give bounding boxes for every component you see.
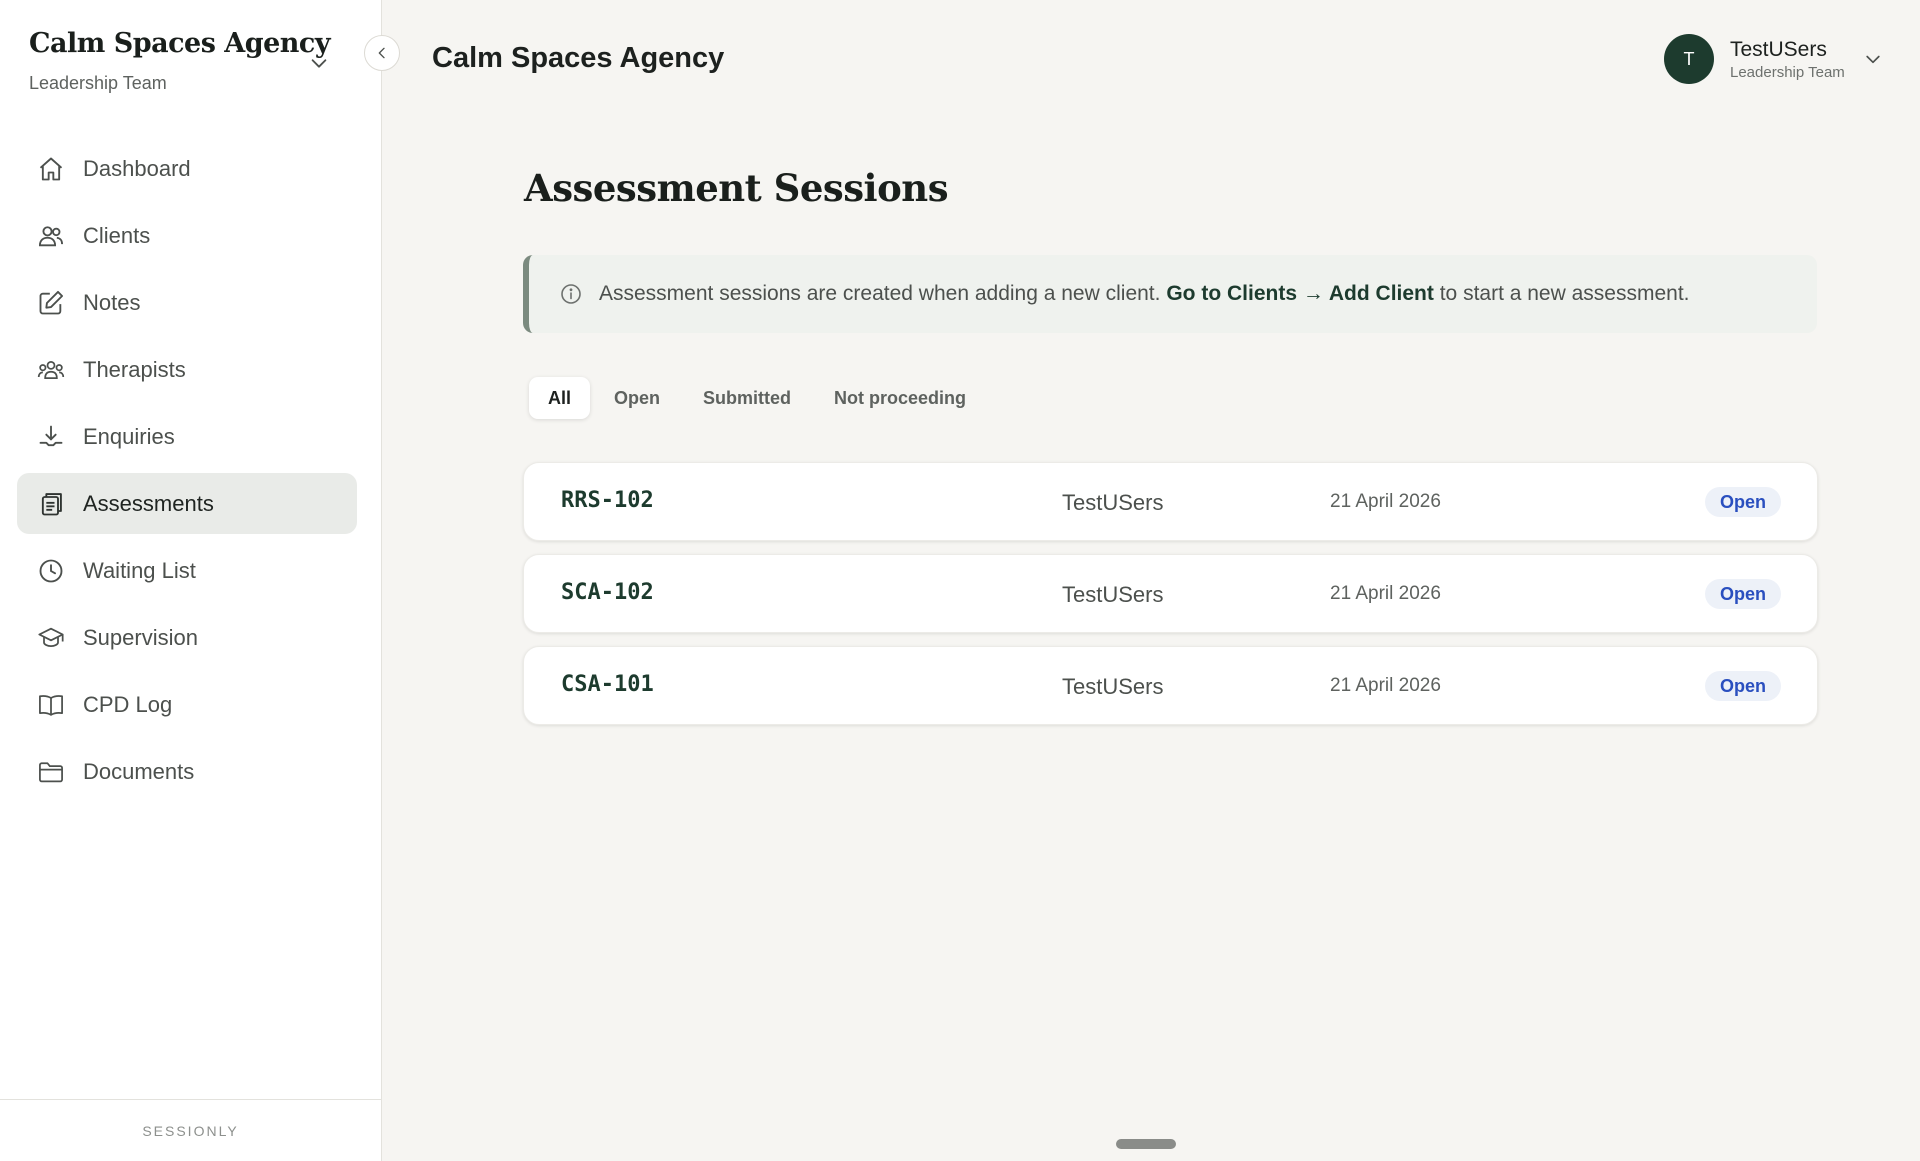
sidebar-item-assessments[interactable]: Assessments xyxy=(17,473,357,534)
download-tray-icon xyxy=(36,422,66,452)
list-item[interactable]: RRS-102 TestUSers 21 April 2026 Open xyxy=(523,462,1818,541)
chevron-down-icon[interactable] xyxy=(308,52,330,74)
session-date: 21 April 2026 xyxy=(1330,491,1441,512)
sidebar-item-documents[interactable]: Documents xyxy=(17,741,357,802)
chevron-down-icon[interactable] xyxy=(1863,49,1883,69)
list-item[interactable]: SCA-102 TestUSers 21 April 2026 Open xyxy=(523,554,1818,633)
org-subtitle: Leadership Team xyxy=(29,73,167,93)
book-icon xyxy=(36,690,66,720)
session-list: RRS-102 TestUSers 21 April 2026 Open SCA… xyxy=(523,462,1818,738)
session-date: 21 April 2026 xyxy=(1330,583,1441,604)
users-icon xyxy=(36,221,66,251)
user-role: Leadership Team xyxy=(1730,63,1845,81)
graduation-cap-icon xyxy=(36,623,66,653)
info-text-after: to start a new assessment. xyxy=(1439,282,1690,305)
tab-open[interactable]: Open xyxy=(595,377,679,419)
home-icon xyxy=(36,154,66,184)
sidebar-item-cpd-log[interactable]: CPD Log xyxy=(17,674,357,735)
info-banner: Assessment sessions are created when add… xyxy=(523,255,1817,333)
session-user: TestUSers xyxy=(1062,490,1164,515)
sidebar-nav: Dashboard Clients Notes Therapists Enqui… xyxy=(17,138,357,808)
scroll-handle[interactable] xyxy=(1116,1139,1176,1149)
sidebar-item-label: Therapists xyxy=(83,356,186,382)
sidebar-item-label: Documents xyxy=(83,758,195,784)
collapse-sidebar-button[interactable] xyxy=(364,35,400,71)
session-code: RRS-102 xyxy=(561,488,654,513)
session-user: TestUSers xyxy=(1062,582,1164,607)
session-code: SCA-102 xyxy=(561,580,654,605)
status-badge: Open xyxy=(1704,671,1781,701)
tab-all[interactable]: All xyxy=(529,377,591,419)
sidebar-item-notes[interactable]: Notes xyxy=(17,272,357,333)
clipboard-icon xyxy=(36,489,66,519)
clock-icon xyxy=(36,556,66,586)
sidebar-item-supervision[interactable]: Supervision xyxy=(17,607,357,668)
sidebar-item-label: Notes xyxy=(83,289,141,315)
status-filter-tabs: All Open Submitted Not proceeding xyxy=(529,377,990,419)
sidebar-item-enquiries[interactable]: Enquiries xyxy=(17,406,357,467)
group-icon xyxy=(36,355,66,385)
sidebar-item-label: Supervision xyxy=(83,624,198,650)
page-title: Assessment Sessions xyxy=(524,166,949,210)
status-badge: Open xyxy=(1704,579,1781,609)
status-badge: Open xyxy=(1704,487,1781,517)
sidebar-item-waiting-list[interactable]: Waiting List xyxy=(17,540,357,601)
info-text: Assessment sessions are created when add… xyxy=(599,282,1690,306)
go-to-clients-link[interactable]: Go to Clients → Add Client xyxy=(1166,282,1434,305)
sidebar-item-label: Assessments xyxy=(83,490,214,516)
sidebar-item-therapists[interactable]: Therapists xyxy=(17,339,357,400)
tab-submitted[interactable]: Submitted xyxy=(684,377,810,419)
sidebar: Calm Spaces Agency Leadership Team Dashb… xyxy=(0,0,382,1161)
sidebar-item-clients[interactable]: Clients xyxy=(17,205,357,266)
sidebar-item-label: CPD Log xyxy=(83,691,173,717)
chevron-left-icon xyxy=(378,47,385,59)
org-name: Calm Spaces Agency xyxy=(29,28,331,59)
info-text-before: Assessment sessions are created when add… xyxy=(599,282,1161,305)
pencil-square-icon xyxy=(36,288,66,318)
list-item[interactable]: CSA-101 TestUSers 21 April 2026 Open xyxy=(523,646,1818,725)
sidebar-item-label: Waiting List xyxy=(83,557,196,583)
org-switcher[interactable]: Calm Spaces Agency Leadership Team xyxy=(29,28,349,94)
session-user: TestUSers xyxy=(1062,674,1164,699)
info-icon xyxy=(561,284,581,304)
session-date: 21 April 2026 xyxy=(1330,675,1441,696)
sidebar-item-dashboard[interactable]: Dashboard xyxy=(17,138,357,199)
sidebar-item-label: Enquiries xyxy=(83,423,175,449)
folder-icon xyxy=(36,757,66,787)
sidebar-item-label: Clients xyxy=(83,222,151,248)
user-name: TestUSers xyxy=(1730,37,1827,61)
session-code: CSA-101 xyxy=(561,672,654,697)
tab-not-proceeding[interactable]: Not proceeding xyxy=(815,377,985,419)
avatar: T xyxy=(1664,34,1714,84)
sidebar-item-label: Dashboard xyxy=(83,155,191,181)
sidebar-footer-brand: SESSIONLY xyxy=(0,1099,381,1161)
user-menu[interactable]: T TestUSers Leadership Team xyxy=(1664,34,1883,84)
header-title: Calm Spaces Agency xyxy=(432,42,725,74)
